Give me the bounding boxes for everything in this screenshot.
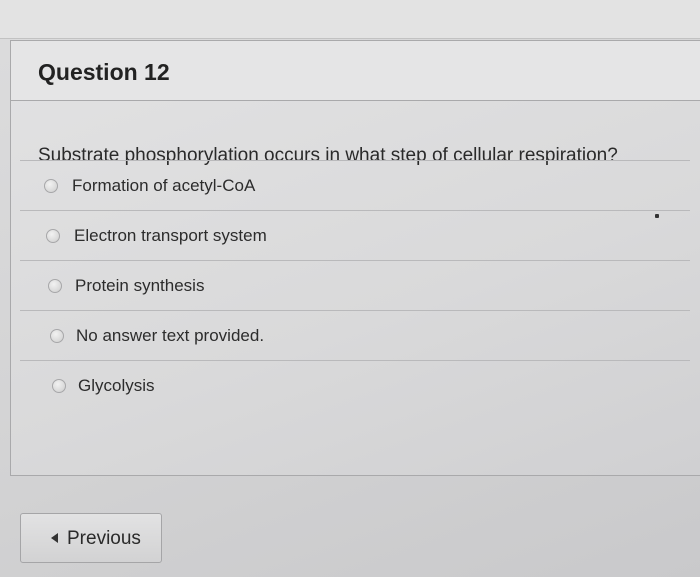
answer-label: Protein synthesis (75, 276, 205, 295)
question-title: Question 12 (38, 59, 170, 85)
scroll-indicator-dot (655, 214, 659, 218)
radio-button-icon[interactable] (52, 379, 66, 393)
answer-label: Glycolysis (78, 376, 155, 395)
radio-button-icon[interactable] (50, 329, 64, 343)
answer-list: Formation of acetyl-CoA Electron transpo… (20, 160, 690, 410)
answer-option-glycolysis[interactable]: Glycolysis (20, 360, 690, 410)
answer-label: Electron transport system (74, 226, 267, 245)
previous-button-label: Previous (67, 528, 141, 549)
previous-button[interactable]: Previous (20, 513, 162, 563)
answer-label: Formation of acetyl-CoA (72, 176, 256, 195)
answer-option-acetyl-coa[interactable]: Formation of acetyl-CoA (20, 160, 690, 210)
radio-button-icon[interactable] (48, 279, 62, 293)
answer-label: No answer text provided. (76, 326, 265, 345)
answer-option-no-answer-text[interactable]: No answer text provided. (20, 310, 690, 360)
caret-left-icon (51, 533, 58, 543)
radio-button-icon[interactable] (46, 229, 60, 243)
top-strip (0, 0, 700, 39)
answer-option-electron-transport[interactable]: Electron transport system (20, 210, 690, 260)
question-header: Question 12 (11, 41, 700, 101)
answer-option-protein-synthesis[interactable]: Protein synthesis (20, 260, 690, 310)
radio-button-icon[interactable] (44, 179, 58, 193)
